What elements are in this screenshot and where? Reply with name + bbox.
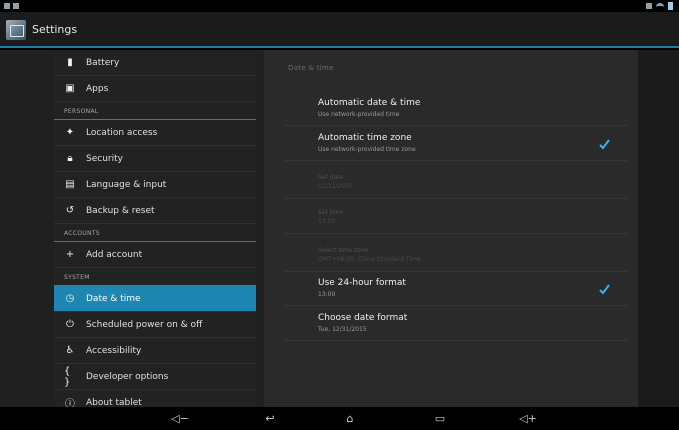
sidebar-section-header: ACCOUNTS xyxy=(54,224,256,242)
sidebar-item[interactable]: ⏻︎ Scheduled power on & off xyxy=(54,312,256,338)
navigation-bar: ◁− ↩ ⌂ ▭ ◁+ xyxy=(0,407,679,430)
settings-sidebar: ▮ Battery ▣ Apps PERSONAL ✦ Location access 🔒︎ S… xyxy=(54,50,256,407)
preference-summary: 13:00 xyxy=(318,291,336,298)
preference-title: Use 24-hour format xyxy=(318,278,406,288)
sidebar-item-label: Developer options xyxy=(86,371,169,382)
preference-row[interactable]: Choose date format Tue, 12/31/2015 xyxy=(284,307,628,341)
battery-status-icon xyxy=(668,2,673,10)
sidebar-item-label: About tablet xyxy=(86,397,142,408)
preference-row: Select time zone GMT+08:00, China Standar… xyxy=(284,238,628,272)
notification-icon xyxy=(13,3,19,9)
sidebar-item[interactable]: ▣ Apps xyxy=(54,76,256,102)
sidebar-item[interactable]: + Add account xyxy=(54,242,256,268)
lock-icon: 🔒︎ xyxy=(67,153,73,164)
recent-apps-icon[interactable]: ▭ xyxy=(420,407,460,430)
app-title: Settings xyxy=(32,23,78,36)
preference-row: Set date 12/31/2015 xyxy=(284,165,628,199)
preference-row: Set time 13:00 xyxy=(284,200,628,234)
developer-icon: { } xyxy=(64,365,71,388)
sidebar-item[interactable]: { } Developer options xyxy=(54,364,256,390)
sidebar-item-label: Scheduled power on & off xyxy=(86,319,203,330)
alarm-icon xyxy=(646,3,652,9)
clock-icon: ◷ xyxy=(65,293,75,304)
battery-icon: ▮ xyxy=(67,57,73,68)
preference-summary: Use network-provided time zone xyxy=(318,146,416,153)
sidebar-item-label: Accessibility xyxy=(86,345,142,356)
volume-down-icon[interactable]: ◁− xyxy=(160,407,200,430)
sidebar-item[interactable]: ♿︎ Accessibility xyxy=(54,338,256,364)
accessibility-icon: ♿︎ xyxy=(65,345,75,356)
sidebar-item[interactable]: ▤ Language & input xyxy=(54,172,256,198)
info-icon: ⓘ xyxy=(65,399,75,407)
preference-row[interactable]: Automatic time zone Use network-provided … xyxy=(284,127,628,161)
preference-summary: GMT+08:00, China Standard Time xyxy=(318,256,421,263)
wifi-icon xyxy=(656,3,664,9)
right-gutter xyxy=(638,50,679,407)
preference-summary: 12/31/2015 xyxy=(318,183,353,190)
preference-title: Set time xyxy=(318,209,344,216)
sidebar-item[interactable]: 🔒︎ Security xyxy=(54,146,256,172)
sidebar-section-header: PERSONAL xyxy=(54,102,256,120)
panel-title: Date & time xyxy=(288,64,334,72)
sidebar-item[interactable]: ✦ Location access xyxy=(54,120,256,146)
sidebar-item-label: Location access xyxy=(86,127,158,138)
keyboard-icon: ▤ xyxy=(65,179,75,190)
sidebar-item-label: Battery xyxy=(86,57,120,68)
sidebar-item-label: Backup & reset xyxy=(86,205,155,216)
action-bar: Settings xyxy=(0,12,679,48)
preference-title: Choose date format xyxy=(318,313,408,323)
settings-app-icon[interactable] xyxy=(6,20,26,40)
preference-title: Automatic time zone xyxy=(318,133,412,143)
location-icon: ✦ xyxy=(65,127,75,138)
preference-summary: Use network-provided time xyxy=(318,111,400,118)
sidebar-item-label: Language & input xyxy=(86,179,167,190)
add-icon: + xyxy=(65,249,75,260)
backup-icon: ↺ xyxy=(65,205,75,216)
status-bar xyxy=(0,0,679,12)
sidebar-item-label: Date & time xyxy=(86,293,141,304)
sidebar-item[interactable]: ▮ Battery xyxy=(54,50,256,76)
preference-row[interactable]: Use 24-hour format 13:00 xyxy=(284,272,628,306)
preference-summary: Tue, 12/31/2015 xyxy=(318,326,367,333)
date-time-panel: Date & time Automatic date & time Use net… xyxy=(264,50,638,407)
volume-up-icon[interactable]: ◁+ xyxy=(508,407,548,430)
preference-row[interactable]: Automatic date & time Use network-provide… xyxy=(284,92,628,126)
preference-title: Set date xyxy=(318,174,344,181)
checkmark-icon[interactable] xyxy=(598,283,610,295)
apps-icon: ▣ xyxy=(65,83,75,94)
preference-summary: 13:00 xyxy=(318,218,336,225)
power-icon: ⏻︎ xyxy=(66,319,74,330)
preference-title: Select time zone xyxy=(318,247,369,254)
back-icon[interactable]: ↩ xyxy=(250,407,290,430)
sidebar-section-header: SYSTEM xyxy=(54,268,256,286)
preference-title: Automatic date & time xyxy=(318,98,421,108)
content-area: ▮ Battery ▣ Apps PERSONAL ✦ Location access 🔒︎ S… xyxy=(0,50,679,407)
home-icon[interactable]: ⌂ xyxy=(330,407,370,430)
sidebar-item-label: Add account xyxy=(86,249,143,260)
sidebar-item[interactable]: ↺ Backup & reset xyxy=(54,198,256,224)
sidebar-item[interactable]: ◷ Date & time xyxy=(54,286,256,312)
notification-icon xyxy=(4,3,10,9)
sidebar-item[interactable]: ⓘ About tablet xyxy=(54,390,256,408)
checkmark-icon[interactable] xyxy=(598,138,610,150)
sidebar-item-label: Apps xyxy=(86,83,109,94)
sidebar-item-label: Security xyxy=(86,153,123,164)
